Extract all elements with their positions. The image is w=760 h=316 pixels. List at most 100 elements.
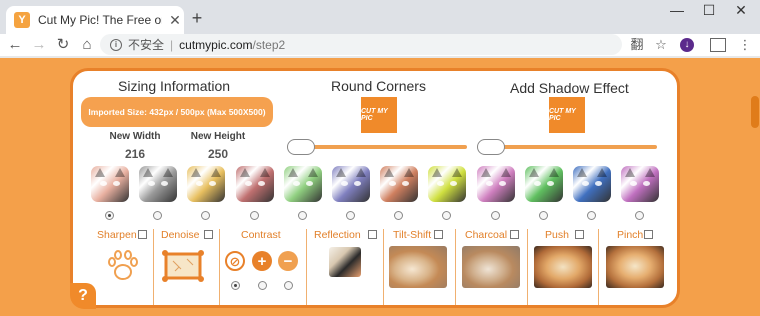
new-tab-button[interactable]: +: [188, 8, 206, 29]
cat-eye: [582, 181, 589, 186]
translate-icon[interactable]: 翻: [628, 36, 646, 54]
minimize-icon[interactable]: —: [662, 2, 692, 18]
push-checkbox[interactable]: [575, 230, 584, 239]
scrollbar-thumb[interactable]: [751, 96, 759, 128]
sharpen-checkbox[interactable]: [138, 230, 147, 239]
contrast-radio-1[interactable]: [258, 281, 267, 290]
contrast-increase-icon[interactable]: +: [252, 251, 272, 271]
color-filter-radio[interactable]: [298, 211, 307, 220]
download-icon[interactable]: ↓: [680, 38, 694, 52]
cat-eye: [209, 181, 216, 186]
color-filter-thumbnail[interactable]: [477, 166, 515, 202]
push-label: Push: [545, 229, 569, 241]
color-filter-thumbnail[interactable]: [284, 166, 322, 202]
new-height-value[interactable]: 250: [183, 147, 253, 161]
round-corners-preview-logo: CUT MY PIC: [361, 97, 397, 133]
forward-icon[interactable]: →: [30, 36, 48, 54]
color-filter-thumbnail[interactable]: [621, 166, 659, 202]
tilt-shift-preview-image[interactable]: [389, 246, 447, 288]
color-filter-thumbnail[interactable]: [428, 166, 466, 202]
reflection-checkbox[interactable]: [368, 230, 377, 239]
cat-eye: [499, 181, 506, 186]
color-filter-thumbnail[interactable]: [525, 166, 563, 202]
shadow-slider-thumb[interactable]: [477, 139, 505, 155]
tilt-shift-checkbox[interactable]: [434, 230, 443, 239]
push-preview-image[interactable]: [534, 246, 592, 288]
color-filter-radio[interactable]: [539, 211, 548, 220]
contrast-radio-2[interactable]: [284, 281, 293, 290]
contrast-reset-icon[interactable]: ⊘: [225, 251, 245, 271]
pinch-preview-image[interactable]: [606, 246, 664, 288]
round-corners-slider-thumb[interactable]: [287, 139, 315, 155]
color-filter-thumbnail[interactable]: [187, 166, 225, 202]
color-filter-thumbnail[interactable]: [332, 166, 370, 202]
color-filter-radio[interactable]: [105, 211, 114, 220]
back-icon[interactable]: ←: [6, 36, 24, 54]
sharpen-label: Sharpen: [97, 229, 137, 241]
info-icon[interactable]: i: [110, 38, 122, 51]
url-separator: |: [170, 37, 174, 52]
shadow-title: Add Shadow Effect: [510, 80, 629, 96]
cat-ear: [95, 168, 105, 177]
browser-tab[interactable]: Y Cut My Pic! The Free online ima ✕: [6, 6, 184, 34]
tilt-shift-label: Tilt-Shift: [393, 229, 432, 241]
new-width-value[interactable]: 216: [100, 147, 170, 161]
color-filter-radio[interactable]: [587, 211, 596, 220]
cat-ear: [625, 168, 635, 177]
cat-ear: [404, 168, 414, 177]
pinch-label: Pinch: [617, 229, 644, 241]
cat-ear: [115, 168, 125, 177]
chrome-menu-icon[interactable]: ⋮: [736, 36, 754, 54]
contrast-decrease-icon[interactable]: −: [278, 251, 298, 271]
round-corners-title: Round Corners: [331, 78, 426, 94]
cat-ear: [577, 168, 587, 177]
cat-eye: [437, 181, 444, 186]
reload-icon[interactable]: ↻: [54, 36, 72, 54]
color-filter-radio[interactable]: [250, 211, 259, 220]
color-filter-thumbnail[interactable]: [91, 166, 129, 202]
charcoal-label: Charcoal: [465, 229, 508, 241]
effect-divider: [455, 229, 456, 305]
cat-ear: [191, 168, 201, 177]
paw-icon: [108, 250, 138, 280]
color-filter-radio[interactable]: [491, 211, 500, 220]
home-icon[interactable]: ⌂: [78, 36, 96, 54]
color-filter-radio[interactable]: [346, 211, 355, 220]
tab-title: Cut My Pic! The Free online ima: [38, 13, 162, 27]
effect-divider: [219, 229, 220, 305]
calendar-extension-icon[interactable]: [710, 38, 726, 52]
color-filter-radio[interactable]: [635, 211, 644, 220]
charcoal-preview-image[interactable]: [462, 246, 520, 288]
effect-divider: [598, 229, 599, 305]
cat-eye: [148, 181, 155, 186]
color-filter-radio[interactable]: [394, 211, 403, 220]
denoise-checkbox[interactable]: [204, 230, 213, 239]
address-bar[interactable]: i 不安全 | cutmypic.com /step2: [100, 34, 622, 55]
color-filter-radio[interactable]: [201, 211, 210, 220]
cat-ear: [501, 168, 511, 177]
cat-eye: [306, 181, 313, 186]
cat-ear: [143, 168, 153, 177]
shadow-preview-logo: CUT MY PIC: [549, 97, 585, 133]
bookmark-star-icon[interactable]: ☆: [652, 36, 670, 54]
cat-eye: [630, 181, 637, 186]
contrast-radio-0[interactable]: [231, 281, 240, 290]
color-filter-radio[interactable]: [153, 211, 162, 220]
color-filter-radio[interactable]: [442, 211, 451, 220]
help-button[interactable]: ?: [70, 283, 96, 309]
cat-ear: [452, 168, 462, 177]
charcoal-checkbox[interactable]: [510, 230, 519, 239]
maximize-icon[interactable]: ☐: [694, 2, 724, 19]
reflection-preview-image[interactable]: [329, 247, 361, 277]
color-filter-thumbnail[interactable]: [380, 166, 418, 202]
color-filter-thumbnail[interactable]: [139, 166, 177, 202]
cat-ear: [432, 168, 442, 177]
color-filter-thumbnail[interactable]: [236, 166, 274, 202]
pinch-checkbox[interactable]: [644, 230, 653, 239]
effect-divider: [383, 229, 384, 305]
close-tab-icon[interactable]: ✕: [168, 12, 182, 29]
cat-eye: [354, 181, 361, 186]
cat-ear: [240, 168, 250, 177]
close-window-icon[interactable]: ✕: [726, 2, 756, 19]
color-filter-thumbnail[interactable]: [573, 166, 611, 202]
